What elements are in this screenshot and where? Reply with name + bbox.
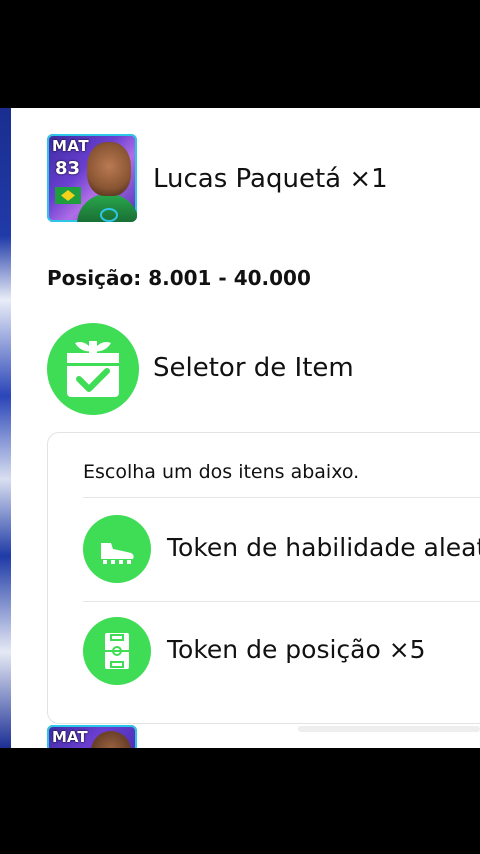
player-card[interactable]: MAT 83 (47, 134, 137, 222)
options-hint: Escolha um dos itens abaixo. (83, 461, 360, 483)
card-position: MAT (52, 137, 90, 155)
options-panel: Escolha um dos itens abaixo. Token de ha… (47, 432, 480, 724)
next-player-card[interactable]: MAT (47, 725, 137, 748)
background-edge (0, 108, 11, 748)
scrollbar[interactable] (298, 726, 480, 732)
pitch-icon (83, 617, 151, 685)
player-portrait (91, 731, 131, 748)
player-name: Lucas Paquetá ×1 (153, 164, 388, 194)
option-label: Token de habilidade aleat (167, 533, 480, 562)
item-selector-label: Seletor de Item (153, 353, 354, 383)
divider (83, 601, 480, 602)
card-emblem-icon (100, 208, 118, 222)
boot-icon (83, 515, 151, 583)
divider (83, 497, 480, 498)
option-label: Token de posição ×5 (167, 635, 426, 664)
position-range: Posição: 8.001 - 40.000 (47, 266, 311, 290)
player-portrait (87, 142, 131, 196)
card-rating: 83 (55, 158, 81, 179)
card-position: MAT (52, 728, 88, 746)
gift-check-icon (47, 323, 139, 415)
reward-details-screen: MAT 83 Lucas Paquetá ×1 Posição: 8.001 -… (0, 108, 480, 748)
brazil-flag-icon (55, 187, 81, 204)
